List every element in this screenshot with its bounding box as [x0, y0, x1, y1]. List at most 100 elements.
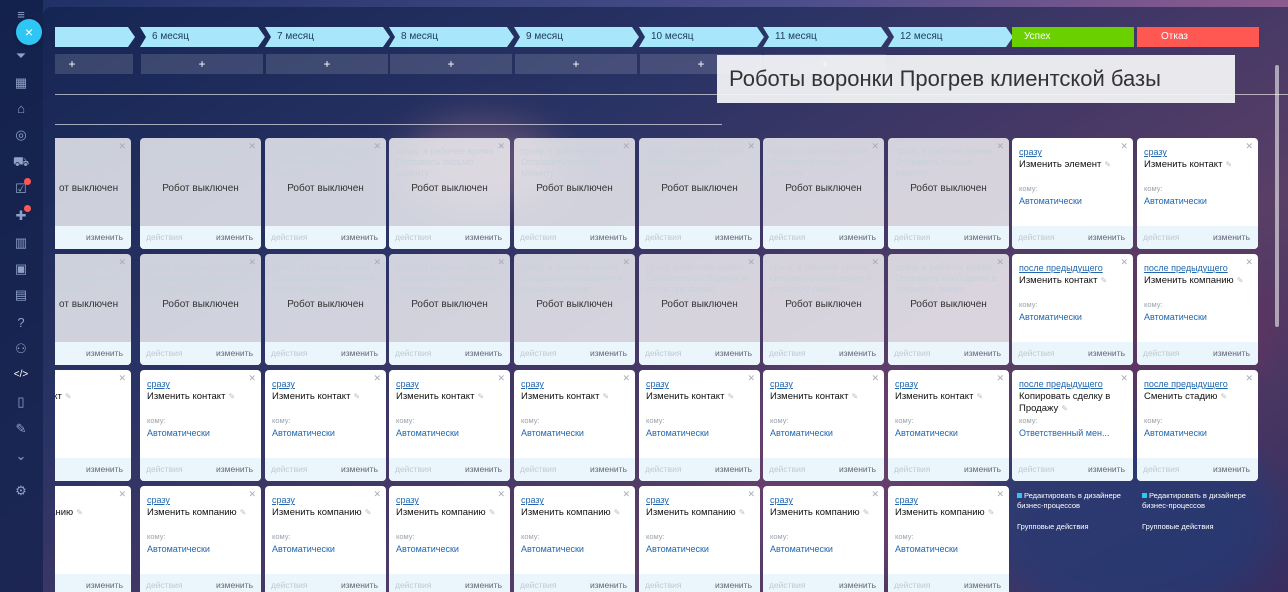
actions-link[interactable]: действия — [1018, 342, 1054, 365]
robot-card[interactable]: ✕ть компанию✎кому:тическидействияизменит… — [55, 486, 131, 592]
change-link[interactable]: изменить — [86, 226, 123, 249]
delete-robot-icon[interactable]: ✕ — [1245, 257, 1253, 268]
change-link[interactable]: изменить — [465, 458, 502, 481]
responsible-link[interactable]: Автоматически — [272, 428, 335, 438]
add-robot-button[interactable]: + — [515, 54, 637, 74]
robot-condition-link[interactable]: после предыдущего — [1019, 379, 1103, 389]
actions-link[interactable]: действия — [769, 574, 805, 592]
pencil-icon[interactable]: ✎ — [739, 508, 746, 517]
change-link[interactable]: изменить — [1213, 458, 1250, 481]
delete-robot-icon[interactable]: ✕ — [871, 489, 879, 500]
change-link[interactable]: изменить — [964, 574, 1001, 592]
stage-3[interactable]: 7 месяц — [265, 27, 390, 47]
delete-robot-icon[interactable]: ✕ — [622, 489, 630, 500]
target-icon[interactable]: ◎ — [12, 126, 30, 144]
robot-condition-link[interactable]: сразу — [1019, 147, 1042, 157]
delete-robot-icon[interactable]: ✕ — [118, 489, 126, 500]
delete-robot-icon[interactable]: ✕ — [871, 373, 879, 384]
pencil-icon[interactable]: ✎ — [76, 508, 83, 517]
robot-card[interactable]: ✕сразу, в рабочее время Отправить письмо… — [55, 138, 131, 249]
change-link[interactable]: изменить — [216, 226, 253, 249]
group-icon[interactable]: ⚇ — [12, 340, 30, 358]
change-link[interactable]: изменить — [86, 458, 123, 481]
responsible-link[interactable]: Автоматически — [396, 544, 459, 554]
chevron-down-icon[interactable]: ⌄ — [12, 447, 30, 465]
change-link[interactable]: изменить — [216, 458, 253, 481]
robot-card[interactable]: ✕ сразу Изменить компанию ✎ кому: Автоматичес… — [888, 486, 1009, 592]
archive-icon[interactable]: ▤ — [12, 286, 30, 304]
actions-link[interactable]: действия — [271, 226, 307, 249]
change-link[interactable]: изменить — [341, 342, 378, 365]
group-actions-link[interactable]: Групповые действия — [1017, 522, 1089, 532]
robot-card[interactable]: ✕ сразу Изменить компанию ✎ кому: Автоматичес… — [514, 486, 635, 592]
robot-condition-link[interactable]: сразу — [646, 379, 669, 389]
change-link[interactable]: изменить — [465, 342, 502, 365]
delete-robot-icon[interactable]: ✕ — [747, 489, 755, 500]
pencil-icon[interactable]: ✎ — [477, 392, 484, 401]
actions-link[interactable]: действия — [769, 458, 805, 481]
robot-condition-link[interactable]: сразу — [272, 495, 295, 505]
robot-card[interactable]: ✕сразу, в рабочее время Отправить сообще… — [55, 254, 131, 365]
responsible-link[interactable]: Автоматически — [895, 428, 958, 438]
add-robot-button[interactable]: + — [390, 54, 512, 74]
actions-link[interactable]: действия — [146, 574, 182, 592]
responsible-link[interactable]: Автоматически — [646, 428, 709, 438]
add-robot-button[interactable]: + — [266, 54, 388, 74]
responsible-link[interactable]: Автоматически — [646, 544, 709, 554]
robot-condition-link[interactable]: после предыдущего — [1019, 263, 1103, 273]
robot-condition-link[interactable]: сразу — [895, 495, 918, 505]
delete-robot-icon[interactable]: ✕ — [996, 373, 1004, 384]
robot-card[interactable]: ✕сразу, в рабочее время Отправить сообще… — [389, 254, 510, 365]
robot-card[interactable]: ✕ сразу Изменить контакт ✎ кому: Автоматическ… — [140, 370, 261, 481]
delete-robot-icon[interactable]: ✕ — [1120, 141, 1128, 152]
delete-robot-icon[interactable]: ✕ — [497, 373, 505, 384]
change-link[interactable]: изменить — [839, 226, 876, 249]
stage-2[interactable]: 6 месяц — [140, 27, 265, 47]
close-slider-button[interactable]: × — [16, 19, 42, 45]
delete-robot-icon[interactable]: ✕ — [747, 373, 755, 384]
responsible-link[interactable]: Автоматически — [1019, 196, 1082, 206]
robot-condition-link[interactable]: сразу — [272, 379, 295, 389]
robot-card[interactable]: ✕сразу, в рабочее время Отправить сообще… — [265, 254, 386, 365]
robot-card[interactable]: ✕сразу, в рабочее время Отправить сообще… — [888, 254, 1009, 365]
actions-link[interactable]: действия — [271, 342, 307, 365]
actions-link[interactable]: действия — [520, 226, 556, 249]
responsible-link[interactable]: Автоматически — [272, 544, 335, 554]
pencil-icon[interactable]: ✎ — [65, 392, 72, 401]
change-link[interactable]: изменить — [715, 458, 752, 481]
robot-condition-link[interactable]: после предыдущего — [1144, 379, 1228, 389]
help-icon[interactable]: ? — [12, 314, 30, 332]
pencil-icon[interactable]: ✎ — [1225, 160, 1232, 169]
change-link[interactable]: изменить — [715, 226, 752, 249]
delete-robot-icon[interactable]: ✕ — [1120, 373, 1128, 384]
stage-9[interactable]: Успех — [1012, 27, 1134, 47]
responsible-link[interactable]: Автоматически — [396, 428, 459, 438]
robot-card[interactable]: ✕ сразу Изменить компанию ✎ кому: Автоматичес… — [140, 486, 261, 592]
pencil-icon[interactable]: ✎ — [976, 392, 983, 401]
robot-card[interactable]: ✕ сразу Изменить контакт ✎ кому: Автоматическ… — [1137, 138, 1258, 249]
robot-card[interactable]: ✕ сразу Изменить контакт ✎ кому: Автоматическ… — [639, 370, 760, 481]
sign-icon[interactable]: ✎ — [12, 420, 30, 438]
actions-link[interactable]: действия — [520, 574, 556, 592]
delete-robot-icon[interactable]: ✕ — [1245, 141, 1253, 152]
change-link[interactable]: изменить — [1213, 226, 1250, 249]
change-link[interactable]: изменить — [715, 574, 752, 592]
pencil-icon[interactable]: ✎ — [1220, 392, 1227, 401]
robot-card[interactable]: ✕ после предыдущего Сменить стадию ✎ кому: Ав… — [1137, 370, 1258, 481]
robot-condition-link[interactable]: сразу — [646, 495, 669, 505]
cart-icon[interactable]: ⛟ — [12, 153, 30, 171]
store-icon[interactable]: ⌂ — [12, 100, 30, 118]
robot-condition-link[interactable]: сразу — [396, 495, 419, 505]
delete-robot-icon[interactable]: ✕ — [622, 373, 630, 384]
change-link[interactable]: изменить — [590, 342, 627, 365]
edit-in-designer-link[interactable]: Редактировать в дизайнере бизнес-процесс… — [1142, 491, 1254, 511]
robot-condition-link[interactable]: сразу — [521, 495, 544, 505]
robot-card[interactable]: ✕ сразу Изменить контакт ✎ кому: Автоматическ… — [888, 370, 1009, 481]
robot-card[interactable]: ✕ сразу Изменить компанию ✎ кому: Автоматичес… — [639, 486, 760, 592]
robot-card[interactable]: ✕сразу, в рабочее время Отправить письмо… — [389, 138, 510, 249]
pencil-icon[interactable]: ✎ — [988, 508, 995, 517]
add-robot-button[interactable]: + — [141, 54, 263, 74]
responsible-link[interactable]: Автоматически — [1144, 428, 1207, 438]
robot-card[interactable]: ✕ сразу Изменить элемент ✎ кому: Автоматическ… — [1012, 138, 1133, 249]
actions-link[interactable]: действия — [146, 226, 182, 249]
